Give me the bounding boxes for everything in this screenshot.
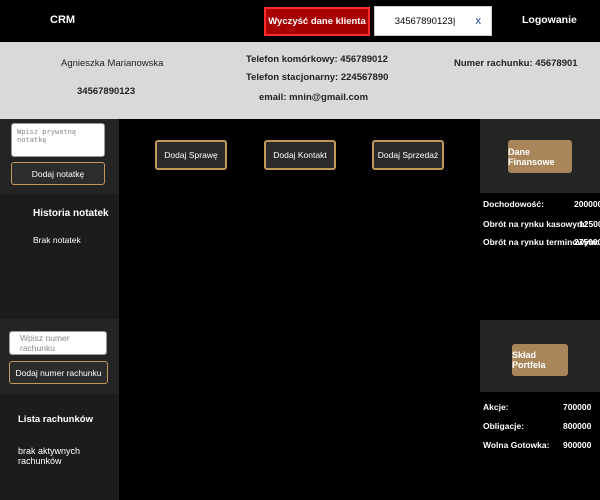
portfolio-value: 700000: [563, 402, 592, 412]
financial-data-button[interactable]: Dane Finansowe: [508, 140, 572, 173]
portfolio-row: Akcje: 700000: [483, 402, 591, 412]
portfolio-label: Obligacje:: [483, 421, 525, 431]
right-sidebar: Dane Finansowe Dochodowość: 200000 Obrót…: [480, 119, 600, 500]
client-email: email: mnin@gmail.com: [259, 92, 369, 103]
clear-search-icon[interactable]: x: [476, 15, 482, 27]
search-value[interactable]: 34567890123|: [375, 7, 475, 35]
financial-data-panel: Dochodowość: 200000 Obrót na rynku kasow…: [480, 193, 600, 320]
top-bar: CRM Wyczyść dane klienta 34567890123| x …: [0, 0, 600, 42]
accounts-list: Lista rachunków brak aktywnych rachunków: [0, 394, 119, 500]
finance-row: Obrót na rynku kasowym: 125000: [483, 219, 600, 229]
account-number: Numer rachunku: 45678901: [454, 58, 578, 69]
client-id: 34567890123: [77, 86, 136, 97]
accounts-list-title: Lista rachunków: [18, 414, 93, 425]
portfolio-row: Wolna Gotowka: 900000: [483, 440, 591, 450]
finance-row: Dochodowość: 200000: [483, 199, 600, 209]
portfolio-label: Wolna Gotowka:: [483, 440, 550, 450]
client-name: Agnieszka Marianowska: [61, 58, 164, 69]
notes-history: Historia notatek Brak notatek: [0, 194, 119, 319]
left-sidebar: Wpisz prywatną notatkę Dodaj notatkę His…: [0, 119, 119, 500]
accounts-list-empty: brak aktywnych rachunków: [18, 446, 81, 466]
portfolio-panel: Akcje: 700000 Obligacje: 800000 Wolna Go…: [480, 392, 600, 500]
add-note-button[interactable]: Dodaj notatkę: [11, 162, 105, 185]
finance-value: 275000: [574, 237, 600, 247]
brand-title[interactable]: CRM: [50, 14, 75, 26]
portfolio-row: Obligacje: 800000: [483, 421, 591, 431]
portfolio-label: Akcje:: [483, 402, 509, 412]
finance-value: 125000: [579, 219, 600, 229]
portfolio-button[interactable]: Skład Portfela: [512, 344, 568, 376]
main-content: Dodaj Sprawę Dodaj Kontakt Dodaj Sprzeda…: [119, 119, 480, 500]
add-sale-button[interactable]: Dodaj Sprzedaż: [372, 140, 444, 170]
add-case-button[interactable]: Dodaj Sprawę: [155, 140, 227, 170]
account-number-input[interactable]: Wpisz numer rachunku: [9, 331, 107, 355]
portfolio-value: 900000: [563, 440, 592, 450]
mobile-phone: Telefon komórkowy: 456789012: [246, 54, 388, 65]
notes-history-empty: Brak notatek: [33, 235, 81, 245]
login-link[interactable]: Logowanie: [522, 14, 577, 26]
landline-phone: Telefon stacjonarny: 224567890: [246, 72, 389, 83]
clear-client-button[interactable]: Wyczyść dane klienta: [264, 7, 370, 36]
note-textarea[interactable]: Wpisz prywatną notatkę: [11, 123, 105, 157]
finance-label: Dochodowość:: [483, 199, 544, 209]
finance-label: Obrót na rynku kasowym:: [483, 219, 588, 229]
client-search-input[interactable]: 34567890123| x: [374, 6, 492, 36]
portfolio-value: 800000: [563, 421, 592, 431]
finance-value: 200000: [574, 199, 600, 209]
add-account-button[interactable]: Dodaj numer rachunku: [9, 361, 108, 384]
client-info-panel: Agnieszka Marianowska 34567890123 Telefo…: [0, 42, 600, 119]
finance-row: Obrót na rynku terminowym: 275000: [483, 237, 600, 247]
notes-history-title: Historia notatek: [33, 208, 109, 219]
add-contact-button[interactable]: Dodaj Kontakt: [264, 140, 336, 170]
